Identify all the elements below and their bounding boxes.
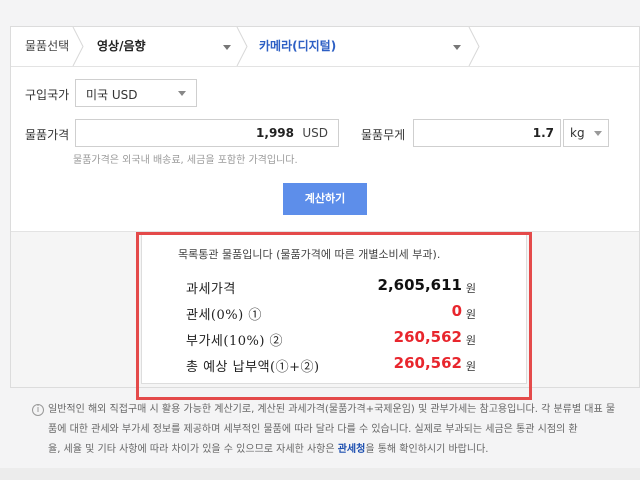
- disclaimer-notice: 일반적인 해외 직접구매 시 활용 가능한 계산기로, 계산된 과세가격(물품가…: [48, 400, 628, 460]
- calculate-button[interactable]: 계산하기: [283, 183, 367, 215]
- weight-value: 1.7: [532, 126, 554, 140]
- price-unit: USD: [302, 126, 328, 140]
- notice-line: 품에 대한 관세와 부가세 정보를 제공하며 세부적인 물품에 따라 달라 다를…: [48, 424, 578, 435]
- price-value: 1,998: [256, 126, 294, 140]
- notice-text: 을 통해 확인하시기 바랍니다.: [365, 444, 489, 455]
- weight-input[interactable]: 1.7: [413, 119, 561, 147]
- chevron-down-icon[interactable]: [223, 45, 231, 50]
- customs-service-link[interactable]: 관세청: [338, 444, 366, 455]
- weight-unit-select[interactable]: kg: [563, 119, 609, 147]
- country-label: 구입국가: [25, 88, 70, 102]
- weight-label: 물품무게: [361, 128, 406, 142]
- info-icon: i: [32, 404, 44, 416]
- price-label: 물품가격: [25, 128, 70, 142]
- notice-text: 율, 세율 및 기타 사항에 따라 차이가 있을 수 있으므로 자세한 사항은: [48, 444, 338, 455]
- notice-line: 율, 세율 및 기타 사항에 따라 차이가 있을 수 있으므로 자세한 사항은 …: [48, 440, 628, 460]
- chevron-down-icon: [178, 91, 186, 96]
- category-breadcrumb: 물품선택 영상/음향 카메라(디지털): [11, 27, 639, 67]
- chevron-right-icon: [71, 27, 87, 66]
- chevron-right-icon: [467, 27, 483, 66]
- country-value: 미국 USD: [86, 88, 138, 102]
- breadcrumb-label: 물품선택: [25, 39, 70, 53]
- country-select[interactable]: 미국 USD: [75, 79, 197, 107]
- notice-line: 일반적인 해외 직접구매 시 활용 가능한 계산기로, 계산된 과세가격(물품가…: [48, 404, 616, 415]
- category2-select[interactable]: 카메라(디지털): [259, 27, 336, 66]
- weight-unit: kg: [570, 126, 585, 140]
- chevron-down-icon: [594, 131, 602, 136]
- price-help-text: 물품가격은 외국내 배송료, 세금을 포함한 가격입니다.: [73, 155, 298, 166]
- chevron-down-icon[interactable]: [453, 45, 461, 50]
- category1-select[interactable]: 영상/음향: [97, 27, 146, 66]
- price-input[interactable]: 1,998 USD: [75, 119, 339, 147]
- result-highlight-box: [136, 232, 532, 400]
- footer-divider: [0, 468, 640, 480]
- chevron-right-icon: [235, 27, 251, 66]
